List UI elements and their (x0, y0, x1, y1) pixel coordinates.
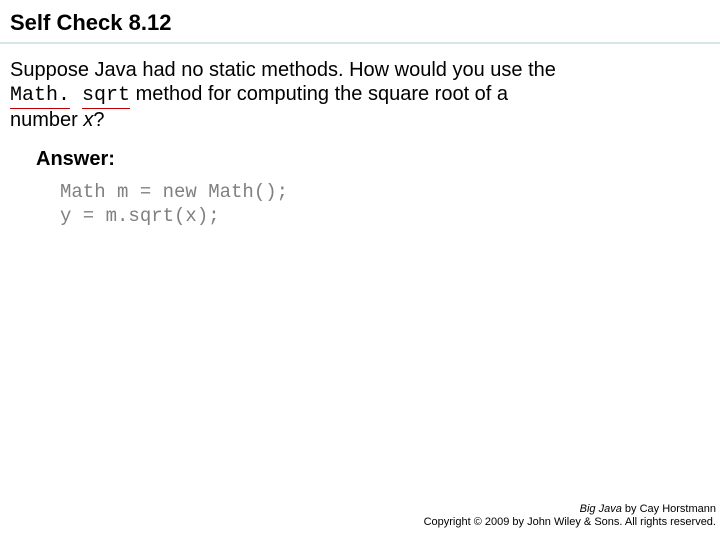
question-part-2: method for computing the square root of … (130, 83, 508, 105)
question-part-1: Suppose Java had no static methods. How … (10, 59, 556, 81)
slide-title: Self Check 8.12 (10, 10, 710, 36)
code-word-sqrt: sqrt (82, 84, 130, 109)
answer-code-block: Math m = new Math(); y = m.sqrt(x); (0, 181, 720, 229)
question-text: Suppose Java had no static methods. How … (0, 44, 720, 142)
answer-label: Answer: (0, 142, 720, 181)
book-title: Big Java (580, 503, 622, 515)
footer-copyright: Copyright © 2009 by John Wiley & Sons. A… (424, 516, 716, 530)
question-var: x (83, 109, 93, 131)
code-inline: Math. sqrt (10, 84, 130, 109)
slide-title-block: Self Check 8.12 (0, 0, 720, 44)
question-part-3a: number (10, 109, 83, 131)
code-word-math: Math. (10, 84, 70, 109)
footer-line-1: Big Java by Cay Horstmann (424, 503, 716, 517)
book-byline: by Cay Horstmann (622, 503, 716, 515)
footer: Big Java by Cay Horstmann Copyright © 20… (424, 503, 716, 531)
question-part-3b: ? (93, 109, 104, 131)
